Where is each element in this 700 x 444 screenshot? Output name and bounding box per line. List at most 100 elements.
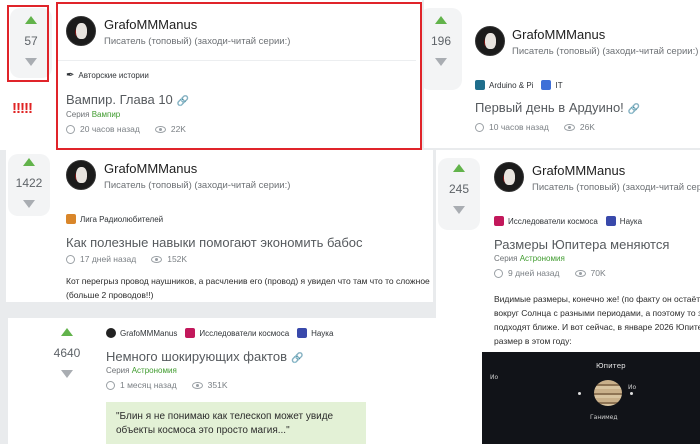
post-image[interactable]: Юпитер Ио Ио Ганимед [482, 352, 700, 444]
post-card: 4640 GrafoMMManus Исследователи космоса … [8, 318, 473, 444]
body-line: Видимые размеры, конечно же! (по факту о… [494, 294, 700, 304]
community-tag[interactable]: Arduino & Pi IT [475, 80, 563, 90]
post-title-text: Немного шокирующих фактов [106, 349, 287, 364]
highlight-box-card [56, 2, 422, 150]
vote-widget: 196 [424, 8, 462, 90]
jupiter-planet [594, 380, 622, 406]
author-avatar-icon [106, 328, 116, 338]
upvote-icon[interactable] [23, 158, 35, 166]
vote-count: 1422 [15, 176, 43, 190]
avatar[interactable] [494, 162, 524, 192]
author-name[interactable]: GrafoMMManus [512, 27, 605, 42]
post-time: 9 дней назад [508, 268, 560, 278]
view-count: 152K [167, 254, 188, 264]
author-status: Писатель (топовый) (заходи-читай серии:) [512, 46, 699, 57]
vote-count: 196 [430, 34, 452, 48]
body-line: размер в этом году: [494, 336, 572, 346]
space-icon [185, 328, 196, 338]
science-icon [297, 328, 308, 338]
community-label: Наука [311, 328, 334, 338]
downvote-icon[interactable] [435, 58, 447, 66]
post-body: Кот перегрыз провод наушников, а расчлен… [66, 274, 430, 302]
community-label: GrafoMMManus [120, 328, 178, 338]
post-title-text: Первый день в Ардуино! [475, 100, 624, 115]
eye-icon [574, 269, 586, 277]
downvote-icon[interactable] [453, 206, 465, 214]
post-time: 10 часов назад [489, 122, 549, 132]
series-prefix: Серия [106, 366, 130, 375]
eye-icon [563, 123, 575, 131]
community-tag[interactable]: Лига Радиолюбителей [66, 214, 163, 224]
post-title[interactable]: Первый день в Ардуино! 🔗 [475, 100, 640, 115]
post-meta: 9 дней назад 70K [494, 268, 606, 278]
post-card: 1422 GrafoMMManus Писатель (топовый) (за… [6, 150, 433, 302]
view-count: 351K [207, 380, 228, 390]
community-tags[interactable]: GrafoMMManus Исследователи космоса Наука [106, 328, 333, 338]
upvote-icon[interactable] [453, 164, 465, 172]
body-line: (больше 2 проводов!!) [66, 290, 154, 300]
post-meta: 10 часов назад 26K [475, 122, 595, 132]
avatar[interactable] [66, 160, 96, 190]
community-tag[interactable]: Исследователи космоса Наука [494, 216, 642, 226]
moon-dot [578, 392, 581, 395]
quote-line: "Блин я не понимаю как телескоп может ув… [116, 411, 334, 422]
vote-count: 245 [448, 182, 470, 196]
vote-widget: 4640 [46, 322, 88, 390]
author-name[interactable]: GrafoMMManus [532, 163, 625, 178]
link-icon[interactable]: 🔗 [291, 353, 303, 364]
post-meta: 17 дней назад 152K [66, 254, 187, 264]
view-count: 70K [590, 268, 606, 278]
image-label: Юпитер [596, 362, 626, 370]
quote-block: "Блин я не понимаю как телескоп может ув… [106, 402, 366, 444]
image-label: Ио [628, 384, 637, 391]
community-label: Лига Радиолюбителей [80, 214, 164, 224]
community-label: Исследователи космоса [508, 216, 598, 226]
post-card: 196 GrafoMMManus Писатель (топовый) (зах… [424, 0, 700, 148]
radio-icon [66, 214, 76, 224]
clock-icon [475, 122, 484, 132]
downvote-icon[interactable] [23, 200, 35, 208]
post-time: 17 дней назад [80, 254, 137, 264]
upvote-icon[interactable] [435, 16, 447, 24]
arduino-icon [475, 80, 485, 90]
body-line: подходят ближе. И вот сейчас, в январе 2… [494, 322, 700, 332]
moon-dot [630, 392, 633, 395]
downvote-icon[interactable] [61, 370, 73, 378]
post-meta: 1 месяц назад 351K [106, 380, 228, 390]
eye-icon [151, 255, 163, 263]
community-label: Исследователи космоса [199, 328, 290, 338]
link-icon[interactable]: 🔗 [628, 104, 640, 115]
image-label: Ио [490, 374, 499, 381]
series-label[interactable]: Серия Астрономия [106, 366, 177, 375]
series-label[interactable]: Серия Астрономия [494, 254, 565, 263]
body-line: Кот перегрыз провод наушников, а расчлен… [66, 276, 430, 286]
community-label: Наука [619, 216, 643, 226]
body-line: вокруг Солнца с разными периодами, а поэ… [494, 308, 700, 318]
series-name[interactable]: Астрономия [520, 254, 565, 263]
author-status: Писатель (топовый) (заходи-читай серии:) [104, 180, 291, 191]
vote-widget: 1422 [8, 154, 50, 216]
series-prefix: Серия [494, 254, 518, 263]
eye-icon [191, 381, 203, 389]
post-time: 1 месяц назад [120, 380, 177, 390]
upvote-icon[interactable] [61, 328, 73, 336]
annotation-text: !!!!! [12, 100, 33, 117]
post-title[interactable]: Размеры Юпитера меняются [494, 237, 669, 252]
series-name[interactable]: Астрономия [132, 366, 177, 375]
community-label: Arduino & Pi [489, 80, 534, 90]
post-title[interactable]: Как полезные навыки помогают экономить б… [66, 235, 363, 250]
vote-count: 4640 [53, 346, 81, 360]
clock-icon [106, 380, 115, 390]
avatar[interactable] [475, 26, 505, 56]
community-label: IT [555, 80, 563, 90]
view-count: 26K [579, 122, 595, 132]
post-title[interactable]: Немного шокирующих фактов 🔗 [106, 349, 303, 364]
it-icon [541, 80, 552, 90]
quote-line: объекты космоса это просто магия..." [116, 425, 290, 436]
author-status: Писатель (топовый) (заходи-читай серии:) [532, 182, 700, 193]
post-title-text: Размеры Юпитера меняются [494, 237, 670, 252]
image-label: Ганимед [590, 414, 618, 421]
clock-icon [494, 268, 503, 278]
author-name[interactable]: GrafoMMManus [104, 161, 197, 176]
highlight-box-votes [7, 5, 49, 82]
